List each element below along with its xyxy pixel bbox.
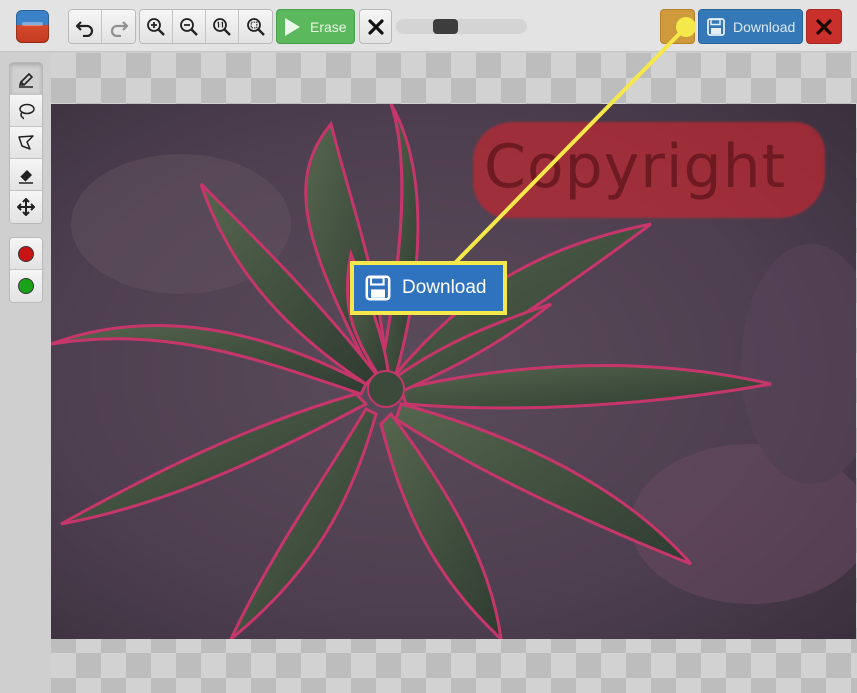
red-color-button[interactable] bbox=[10, 238, 42, 270]
redo-icon bbox=[110, 20, 128, 37]
download-button-label: Download bbox=[733, 18, 796, 35]
tool-palette bbox=[9, 62, 43, 224]
polygon-lasso-tool-button[interactable] bbox=[10, 127, 42, 159]
cancel-button[interactable] bbox=[359, 9, 392, 44]
play-icon bbox=[285, 17, 300, 36]
floppy-disk-icon bbox=[707, 17, 725, 36]
move-icon bbox=[17, 198, 35, 216]
zoom-actual-size-button[interactable] bbox=[206, 10, 239, 43]
close-icon bbox=[816, 18, 832, 35]
marker-icon bbox=[18, 72, 34, 88]
zoom-in-button[interactable] bbox=[140, 10, 173, 43]
zoom-fit-button[interactable] bbox=[239, 10, 272, 43]
zoom-group bbox=[139, 9, 273, 44]
green-color-button[interactable] bbox=[10, 270, 42, 302]
zoom-in-icon bbox=[147, 17, 165, 36]
floppy-disk-icon bbox=[365, 275, 391, 301]
download-button[interactable]: Download bbox=[698, 9, 803, 44]
brush-size-slider[interactable] bbox=[396, 19, 527, 34]
lasso-icon bbox=[19, 103, 35, 120]
polygon-lasso-icon bbox=[18, 134, 34, 150]
move-tool-button[interactable] bbox=[10, 191, 42, 223]
zoom-actual-size-icon bbox=[213, 17, 231, 36]
watermark-text: Copyright bbox=[484, 132, 787, 202]
brush-size-slider-handle[interactable] bbox=[433, 19, 459, 34]
red-swatch-icon bbox=[18, 245, 34, 262]
erase-button[interactable]: Erase bbox=[276, 9, 355, 44]
help-button[interactable] bbox=[660, 9, 695, 44]
green-swatch-icon bbox=[18, 278, 34, 294]
undo-icon bbox=[75, 20, 94, 37]
top-toolbar: Erase Download bbox=[0, 0, 857, 52]
exit-button[interactable] bbox=[806, 9, 842, 44]
history-group bbox=[68, 9, 136, 44]
undo-button[interactable] bbox=[69, 10, 102, 43]
eraser-tool-button[interactable] bbox=[10, 159, 42, 191]
marker-tool-button[interactable] bbox=[10, 63, 42, 95]
download-callout: Download bbox=[350, 261, 507, 315]
eraser-icon bbox=[19, 169, 33, 184]
redo-button[interactable] bbox=[102, 10, 135, 43]
app-logo-icon bbox=[16, 10, 49, 43]
zoom-out-button[interactable] bbox=[173, 10, 206, 43]
erase-button-label: Erase bbox=[310, 18, 347, 35]
zoom-out-icon bbox=[180, 17, 198, 36]
color-palette bbox=[9, 237, 43, 303]
lasso-tool-button[interactable] bbox=[10, 95, 42, 127]
zoom-fit-icon bbox=[246, 17, 265, 36]
close-icon bbox=[367, 18, 384, 35]
download-callout-label: Download bbox=[402, 277, 487, 298]
